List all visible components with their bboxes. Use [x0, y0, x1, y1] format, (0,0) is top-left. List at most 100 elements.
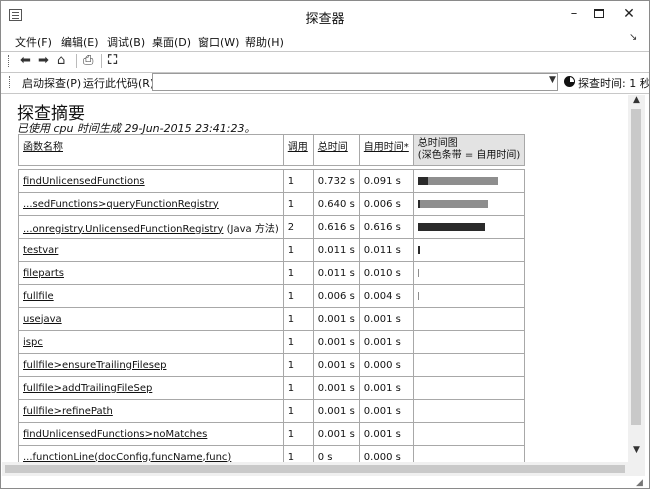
- window-title: 探查器: [305, 12, 345, 27]
- graph-header-label: 总时间图: [417, 138, 458, 149]
- table-row: usejava 1 0.001 s 0.001 s: [18, 307, 526, 331]
- menu-debug[interactable]: 调试(B): [107, 34, 145, 50]
- toolbar-divider: [101, 54, 102, 68]
- chevron-down-icon[interactable]: ▼: [549, 75, 556, 85]
- self-time-bar: [417, 223, 485, 231]
- function-link[interactable]: fullfile: [23, 291, 54, 302]
- function-link[interactable]: fullfile>addTrailingFileSep: [23, 383, 152, 394]
- col-function-name[interactable]: 函数名称: [18, 134, 284, 166]
- function-link[interactable]: usejava: [23, 314, 62, 325]
- table-row: fullfile 1 0.006 s 0.004 s: [18, 284, 526, 308]
- scroll-down-icon[interactable]: ▼: [628, 445, 645, 458]
- forward-arrow-icon[interactable]: ➡: [38, 53, 49, 68]
- col-self-time[interactable]: 自用时间*: [358, 134, 414, 166]
- profile-report: 探查摘要 已使用 cpu 时间生成 29-Jun-2015 23:41:23。 …: [2, 95, 627, 488]
- sort-by-calls-link[interactable]: 调用: [288, 142, 308, 153]
- function-link[interactable]: findUnlicensedFunctions: [23, 176, 145, 187]
- total-time-bar: [417, 177, 498, 185]
- time-bar: [417, 269, 514, 277]
- profile-bar: 启动探查(P) 运行此代码(R): ▼ 探查时间: 1 秒: [1, 73, 649, 92]
- total-time-cell: 0.001 s: [312, 399, 360, 423]
- function-name-cell: findUnlicensedFunctions>noMatches: [18, 422, 284, 446]
- profile-table: 函数名称 调用 总时间 自用时间* 总时间图 (深色条带 = 自用时间) fin…: [18, 134, 526, 469]
- vertical-scroll-thumb[interactable]: [631, 109, 641, 425]
- self-time-bar: [417, 246, 420, 254]
- find-icon[interactable]: ⛶: [108, 53, 117, 68]
- horizontal-scroll-thumb[interactable]: [5, 465, 625, 473]
- col-calls[interactable]: 调用: [282, 134, 314, 166]
- time-graph-cell: [412, 261, 526, 285]
- menu-window[interactable]: 窗口(W): [198, 34, 239, 50]
- time-graph-cell: [412, 330, 526, 354]
- function-link[interactable]: fullfile>ensureTrailingFilesep: [23, 360, 166, 371]
- function-link[interactable]: testvar: [23, 245, 58, 256]
- table-row: findUnlicensedFunctions 1 0.732 s 0.091 s: [18, 169, 526, 193]
- profile-bar-grip[interactable]: [9, 76, 12, 88]
- function-link[interactable]: ...onregistry.UnlicensedFunctionRegistry: [23, 224, 223, 235]
- self-time-cell: 0.006 s: [358, 192, 414, 216]
- back-arrow-icon[interactable]: ⬅: [20, 53, 31, 68]
- function-link[interactable]: fileparts: [23, 268, 64, 279]
- function-name-cell: fullfile>refinePath: [18, 399, 284, 423]
- function-name-cell: fullfile: [18, 284, 284, 308]
- toolbar: ⬅ ➡ ⌂ ⎙ ⛶: [1, 52, 649, 71]
- time-bar: [417, 223, 514, 231]
- col-total-time-graph: 总时间图 (深色条带 = 自用时间): [412, 134, 526, 166]
- function-name-cell: ...onregistry.UnlicensedFunctionRegistry…: [18, 215, 284, 239]
- sort-by-self-link[interactable]: 自用时间*: [364, 142, 409, 153]
- menu-help[interactable]: 帮助(H): [245, 34, 284, 50]
- menu-bar: 文件(F) 编辑(E) 调试(B) 桌面(D) 窗口(W) 帮助(H) ↘: [1, 32, 649, 51]
- toolbar-grip[interactable]: [8, 55, 11, 67]
- time-bar: [417, 177, 514, 185]
- time-graph-cell: [412, 353, 526, 377]
- function-link[interactable]: findUnlicensedFunctions>noMatches: [23, 429, 207, 440]
- sort-by-total-link[interactable]: 总时间: [318, 142, 348, 153]
- toolbar-divider: [76, 54, 77, 68]
- calls-cell: 1: [282, 307, 314, 331]
- calls-cell: 1: [282, 376, 314, 400]
- function-link[interactable]: ...functionLine(docConfig,funcName,func): [23, 452, 231, 463]
- maximize-button[interactable]: [592, 5, 606, 25]
- table-row: ...onregistry.UnlicensedFunctionRegistry…: [18, 215, 526, 239]
- function-link[interactable]: fullfile>refinePath: [23, 406, 113, 417]
- scroll-up-icon[interactable]: ▲: [628, 95, 645, 108]
- close-button[interactable]: ✕: [614, 5, 644, 25]
- vertical-scrollbar[interactable]: ▲ ▼: [628, 95, 645, 462]
- function-note: (Java 方法): [226, 223, 279, 235]
- total-time-cell: 0.001 s: [312, 307, 360, 331]
- table-row: fullfile>refinePath 1 0.001 s 0.001 s: [18, 399, 526, 423]
- function-name-cell: findUnlicensedFunctions: [18, 169, 284, 193]
- menu-file[interactable]: 文件(F): [15, 34, 52, 50]
- print-icon[interactable]: ⎙: [83, 53, 93, 68]
- function-link[interactable]: ...sedFunctions>queryFunctionRegistry: [23, 199, 219, 210]
- function-link[interactable]: ispc: [23, 337, 43, 348]
- menu-edit[interactable]: 编辑(E): [61, 34, 99, 50]
- minimize-button[interactable]: –: [567, 5, 581, 25]
- calls-cell: 1: [282, 399, 314, 423]
- horizontal-scrollbar[interactable]: [2, 462, 645, 476]
- menu-overflow-icon[interactable]: ↘: [629, 32, 637, 43]
- calls-cell: 1: [282, 238, 314, 262]
- time-graph-cell: [412, 376, 526, 400]
- calls-cell: 1: [282, 261, 314, 285]
- home-icon[interactable]: ⌂: [57, 53, 65, 68]
- total-time-cell: 0.011 s: [312, 261, 360, 285]
- time-graph-cell: [412, 422, 526, 446]
- col-total-time[interactable]: 总时间: [312, 134, 360, 166]
- start-profiling-button[interactable]: 启动探查(P): [22, 75, 81, 91]
- table-row: testvar 1 0.011 s 0.011 s: [18, 238, 526, 262]
- calls-cell: 2: [282, 215, 314, 239]
- function-name-cell: fullfile>ensureTrailingFilesep: [18, 353, 284, 377]
- resize-grip-icon[interactable]: ◢: [636, 478, 643, 488]
- time-graph-cell: [412, 169, 526, 193]
- time-graph-cell: [412, 238, 526, 262]
- clock-icon: [564, 76, 575, 87]
- sort-by-function-link[interactable]: 函数名称: [23, 142, 63, 153]
- run-code-input[interactable]: [152, 73, 558, 91]
- total-time-bar: [417, 292, 419, 300]
- graph-header-note: (深色条带 = 自用时间): [417, 150, 521, 161]
- time-bar: [417, 292, 514, 300]
- menu-desktop[interactable]: 桌面(D): [152, 34, 191, 50]
- self-time-bar: [417, 177, 428, 185]
- maximize-icon: [594, 9, 604, 18]
